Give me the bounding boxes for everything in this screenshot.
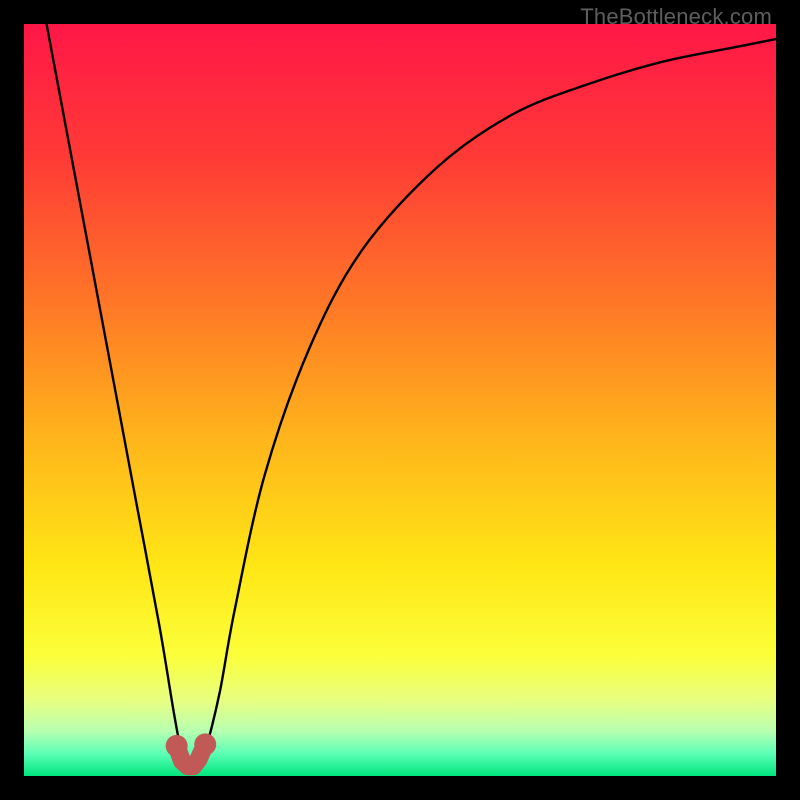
min-marker-end-0	[166, 735, 188, 757]
plot-area	[24, 24, 776, 776]
min-marker-end-1	[194, 733, 216, 755]
min-marker-group	[166, 733, 217, 766]
bottleneck-curve	[47, 24, 776, 770]
watermark-text: TheBottleneck.com	[580, 4, 772, 30]
outer-frame: TheBottleneck.com	[0, 0, 800, 800]
curve-layer	[24, 24, 776, 776]
